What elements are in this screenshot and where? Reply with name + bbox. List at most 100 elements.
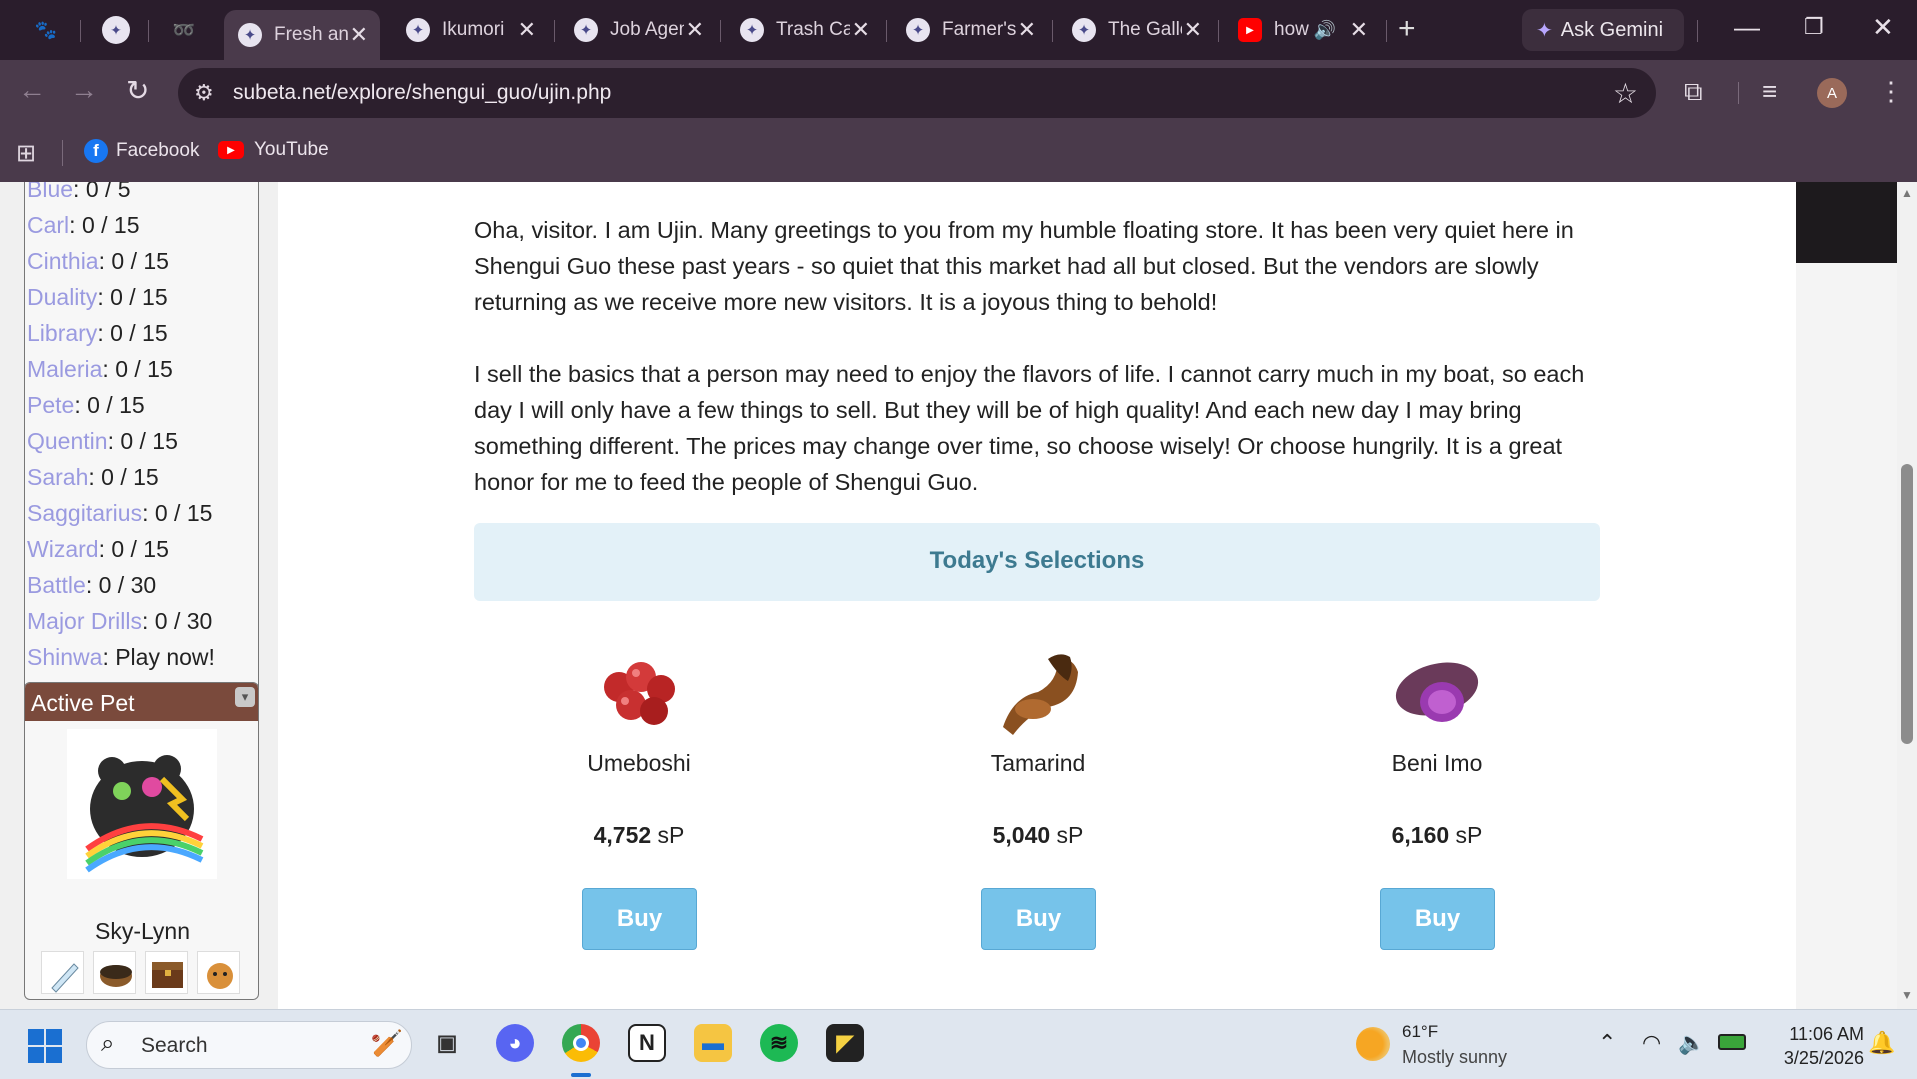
pet-image[interactable] — [67, 729, 217, 879]
close-icon[interactable]: ✕ — [852, 17, 870, 43]
page-viewport: Blue: 0 / 5 Carl: 0 / 15 Cinthia: 0 / 15 Du… — [0, 182, 1917, 1009]
close-window-icon[interactable]: ✕ — [1872, 12, 1894, 43]
umeboshi-image[interactable] — [589, 647, 689, 737]
buy-button[interactable]: Buy — [981, 888, 1096, 950]
tamarind-image[interactable] — [988, 647, 1088, 742]
quest-link[interactable]: Library — [27, 320, 97, 346]
file-explorer-icon[interactable]: ▬ — [694, 1024, 732, 1062]
forward-icon[interactable]: → — [70, 74, 98, 106]
pet-name[interactable]: Sky-Lynn — [25, 918, 258, 945]
quest-progress: : 0 / 15 — [102, 356, 173, 382]
treasure-chest-item-icon[interactable] — [145, 951, 188, 994]
address-bar[interactable]: ⚙ subeta.net/explore/shengui_guo/ujin.ph… — [178, 68, 1656, 118]
tab-the-gallery[interactable]: ✦ The Gallery ✕ — [1058, 10, 1214, 50]
pinned-tab-icon[interactable]: ➿ — [170, 16, 198, 44]
quest-link[interactable]: Blue — [27, 182, 73, 202]
avatar[interactable]: A — [1817, 78, 1847, 108]
restore-icon[interactable]: ❐ — [1804, 14, 1824, 40]
beni-imo-image[interactable] — [1387, 647, 1487, 737]
subeta-favicon-icon: ✦ — [1072, 18, 1096, 42]
discord-icon[interactable]: ◕ — [496, 1024, 534, 1062]
quest-link[interactable]: Duality — [27, 284, 97, 310]
media-control-icon[interactable]: ≡ — [1762, 76, 1777, 107]
quest-link[interactable]: Sarah — [27, 464, 88, 490]
chevron-up-icon[interactable]: ⌃ — [1598, 1030, 1616, 1056]
quest-link[interactable]: Shinwa — [27, 644, 102, 670]
cat-plush-item-icon[interactable] — [197, 951, 240, 994]
gemini-sparkle-icon: ✦ — [1536, 19, 1553, 42]
tab-ikumori[interactable]: ✦ Ikumori ✕ — [392, 10, 548, 50]
quest-link[interactable]: Saggitarius — [27, 500, 142, 526]
tab-trash-can[interactable]: ✦ Trash Can ✕ — [726, 10, 882, 50]
task-view-icon[interactable]: ▣ — [428, 1024, 466, 1062]
notion-icon[interactable]: N — [628, 1024, 666, 1062]
extensions-icon[interactable]: ⧉ — [1684, 76, 1703, 108]
quest-link[interactable]: Battle — [27, 572, 86, 598]
wifi-icon[interactable]: ◠ — [1642, 1030, 1661, 1056]
quest-link[interactable]: Carl — [27, 212, 69, 238]
page-scrollbar[interactable]: ▲ ▼ — [1897, 182, 1917, 1009]
notification-bell-icon[interactable]: 🔔 — [1868, 1030, 1895, 1056]
scroll-thumb[interactable] — [1901, 464, 1913, 744]
quest-row: Blue: 0 / 5 — [27, 182, 215, 207]
bookmark-youtube[interactable]: ▶ YouTube — [218, 139, 329, 161]
close-icon[interactable]: ✕ — [1018, 17, 1036, 43]
quest-link[interactable]: Major Drills — [27, 608, 142, 634]
tab-youtube-how[interactable]: ▶ how 🔊 ✕ — [1224, 10, 1380, 50]
windows-start-icon[interactable] — [28, 1029, 63, 1064]
intro-paragraph: Oha, visitor. I am Ujin. Many greetings … — [474, 217, 1574, 315]
weather-temp[interactable]: 61°F — [1402, 1022, 1438, 1042]
minimize-icon[interactable]: — — [1734, 12, 1760, 43]
close-icon[interactable]: ✕ — [518, 17, 536, 43]
close-icon[interactable]: ✕ — [1184, 17, 1202, 43]
paw-icon[interactable]: 🐾 — [32, 16, 60, 44]
reload-icon[interactable]: ↻ — [126, 74, 149, 107]
quest-link[interactable]: Wizard — [27, 536, 99, 562]
close-icon[interactable]: ✕ — [350, 22, 368, 48]
close-icon[interactable]: ✕ — [1350, 17, 1368, 43]
bookmark-facebook[interactable]: f Facebook — [84, 139, 199, 163]
buy-button[interactable]: Buy — [1380, 888, 1495, 950]
scroll-down-icon[interactable]: ▼ — [1901, 988, 1913, 1002]
apps-grid-icon[interactable]: ⊞ — [16, 139, 36, 168]
menu-icon[interactable]: ⋮ — [1878, 76, 1904, 107]
chrome-icon[interactable] — [562, 1024, 600, 1062]
item-price: 6,160 sP — [1391, 822, 1483, 848]
tab-fresh-and-tasty[interactable]: ✦ Fresh and Tasty ✕ — [224, 10, 380, 60]
battery-icon[interactable] — [1718, 1034, 1746, 1050]
site-info-icon[interactable]: ⚙ — [194, 80, 214, 106]
weather-desc[interactable]: Mostly sunny — [1402, 1047, 1507, 1068]
item-name: Tamarind — [990, 750, 1086, 776]
buy-button[interactable]: Buy — [582, 888, 697, 950]
speaker-icon[interactable]: 🔊 — [1314, 20, 1336, 41]
facebook-icon: f — [84, 139, 108, 163]
browser-toolbar: ← → ↻ ⚙ subeta.net/explore/shengui_guo/u… — [0, 60, 1917, 124]
quest-link[interactable]: Quentin — [27, 428, 108, 454]
system-clock[interactable]: 11:06 AM 3/25/2026 — [1768, 1022, 1864, 1070]
quest-link[interactable]: Cinthia — [27, 248, 99, 274]
bookmark-star-icon[interactable]: ☆ — [1613, 77, 1638, 110]
weather-sun-icon[interactable] — [1356, 1027, 1390, 1061]
tab-job-agency[interactable]: ✦ Job Agency ✕ — [560, 10, 716, 50]
back-icon[interactable]: ← — [18, 74, 46, 106]
bookmarks-bar: ⊞ f Facebook ▶ YouTube — [0, 124, 1917, 182]
new-tab-button[interactable]: + — [1398, 12, 1416, 46]
bottle-item-icon[interactable] — [41, 951, 84, 994]
subeta-favicon-icon: ✦ — [238, 23, 262, 47]
quest-row: Sarah: 0 / 15 — [27, 459, 215, 495]
ask-gemini-button[interactable]: ✦ Ask Gemini — [1522, 9, 1684, 51]
sticky-notes-icon[interactable]: ◤ — [826, 1024, 864, 1062]
quest-link[interactable]: Pete — [27, 392, 74, 418]
close-icon[interactable]: ✕ — [686, 17, 704, 43]
taskbar-search[interactable]: ⌕ Search 🏏 — [86, 1021, 412, 1069]
quest-link[interactable]: Maleria — [27, 356, 102, 382]
pinned-tab-icon[interactable]: ✦ — [102, 16, 130, 44]
quest-row: Saggitarius: 0 / 15 — [27, 495, 215, 531]
quest-row: Quentin: 0 / 15 — [27, 423, 215, 459]
volume-icon[interactable]: 🔈 — [1678, 1030, 1705, 1056]
spotify-icon[interactable]: ≋ — [760, 1024, 798, 1062]
drum-item-icon[interactable] — [93, 951, 136, 994]
scroll-up-icon[interactable]: ▲ — [1901, 186, 1913, 200]
collapse-toggle-icon[interactable]: ▾ — [235, 687, 255, 707]
tab-farmers[interactable]: ✦ Farmer's ✕ — [892, 10, 1048, 50]
